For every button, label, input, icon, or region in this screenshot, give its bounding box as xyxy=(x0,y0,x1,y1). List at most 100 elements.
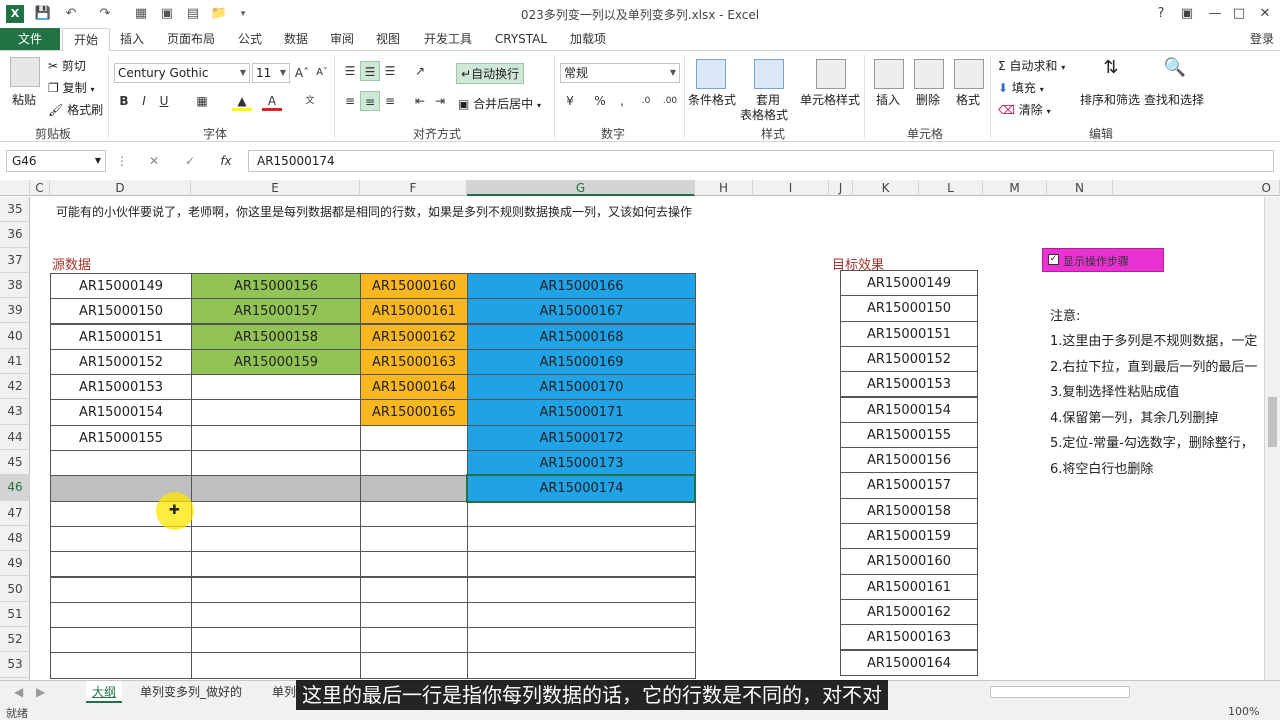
more-icon[interactable]: ⋮ xyxy=(112,151,132,171)
row-header-37[interactable]: 37 xyxy=(0,248,30,273)
decrease-indent-icon[interactable]: ⇤ xyxy=(410,91,430,111)
wrap-text-button[interactable]: ↵自动换行 xyxy=(456,63,525,84)
confirm-entry-icon[interactable]: ✓ xyxy=(180,151,200,171)
cell-d53[interactable] xyxy=(50,652,192,679)
cell-g44[interactable]: AR15000172 xyxy=(467,424,696,451)
row-header-48[interactable]: 48 xyxy=(0,526,30,552)
cell-g52[interactable] xyxy=(467,627,696,654)
copy-button[interactable]: ❐ 复制 ▾ xyxy=(48,79,94,96)
column-header-g[interactable]: G xyxy=(467,180,695,196)
binoculars-icon[interactable]: 🔍 xyxy=(1160,57,1190,87)
cell-d45[interactable] xyxy=(50,450,192,477)
font-size-select[interactable]: 11 ▼ xyxy=(252,63,290,83)
format-cells-icon[interactable] xyxy=(954,59,984,89)
cell-g40[interactable]: AR15000168 xyxy=(467,323,696,350)
vertical-scrollbar[interactable] xyxy=(1264,197,1280,680)
target-cell[interactable]: AR15000154 xyxy=(840,396,978,423)
table-format-line2[interactable]: 表格格式 xyxy=(740,106,788,123)
fill-button[interactable]: ⬇ 填充 ▾ xyxy=(998,79,1044,96)
tab-view[interactable]: 视图 xyxy=(370,28,406,50)
target-cell[interactable]: AR15000162 xyxy=(840,598,978,626)
column-header-c[interactable]: C xyxy=(30,180,50,196)
table-format-icon[interactable] xyxy=(754,59,784,89)
column-header-d[interactable]: D xyxy=(50,180,191,196)
cell-e48[interactable] xyxy=(191,525,361,553)
cell-f46[interactable] xyxy=(360,475,468,502)
horizontal-scrollbar[interactable] xyxy=(990,686,1130,698)
cell-d38[interactable]: AR15000149 xyxy=(50,272,192,300)
increase-indent-icon[interactable]: ⇥ xyxy=(430,91,450,111)
tab-file[interactable]: 文件 xyxy=(0,28,60,50)
row-header-47[interactable]: 47 xyxy=(0,501,30,526)
cell-e50[interactable] xyxy=(191,576,361,603)
row-header-38[interactable]: 38 xyxy=(0,273,30,299)
tab-page-layout[interactable]: 页面布局 xyxy=(160,28,222,50)
cell-f48[interactable] xyxy=(360,525,468,553)
ribbon-display-icon[interactable]: ▣ xyxy=(1174,4,1200,24)
orientation-icon[interactable]: ↗ xyxy=(410,61,430,81)
cell-g53[interactable] xyxy=(467,652,696,679)
cell-e38[interactable]: AR15000156 xyxy=(191,272,361,300)
tab-home[interactable]: 开始 xyxy=(62,28,110,51)
target-cell[interactable]: AR15000152 xyxy=(840,345,978,373)
cell-g43[interactable]: AR15000171 xyxy=(467,399,696,426)
align-middle-icon[interactable]: ☰ xyxy=(360,61,380,81)
cell-f39[interactable]: AR15000161 xyxy=(360,298,468,325)
delete-cells-icon[interactable] xyxy=(914,59,944,89)
row-header-43[interactable]: 43 xyxy=(0,399,30,425)
cell-styles-button[interactable]: 单元格样式 xyxy=(800,91,860,108)
cell-f50[interactable] xyxy=(360,576,468,603)
tab-crystal[interactable]: CRYSTAL xyxy=(488,28,554,50)
paste-icon[interactable] xyxy=(10,57,40,87)
target-cell[interactable]: AR15000151 xyxy=(840,320,978,347)
row-header-46[interactable]: 46 xyxy=(0,475,30,501)
close-icon[interactable]: ✕ xyxy=(1252,4,1278,24)
cell-d48[interactable] xyxy=(50,525,192,553)
cell-e39[interactable]: AR15000157 xyxy=(191,298,361,325)
cell-d43[interactable]: AR15000154 xyxy=(50,399,192,426)
number-format-select[interactable]: 常规 ▼ xyxy=(560,63,680,83)
cell-d39[interactable]: AR15000150 xyxy=(50,298,192,325)
next-sheet-icon[interactable]: ▶ xyxy=(30,681,51,703)
tab-developer[interactable]: 开发工具 xyxy=(416,28,480,50)
merge-center-button[interactable]: ▣ 合并后居中 ▾ xyxy=(458,95,541,112)
target-cell[interactable]: AR15000164 xyxy=(840,649,978,676)
formula-input[interactable]: AR15000174 xyxy=(248,150,1274,172)
cell-d40[interactable]: AR15000151 xyxy=(50,323,192,350)
cell-f45[interactable] xyxy=(360,450,468,477)
row-header-41[interactable]: 41 xyxy=(0,349,30,375)
cell-d49[interactable] xyxy=(50,551,192,578)
percent-icon[interactable]: % xyxy=(590,91,610,111)
cell-d50[interactable] xyxy=(50,576,192,603)
target-cell[interactable]: AR15000160 xyxy=(840,548,978,575)
column-header-i[interactable]: I xyxy=(753,180,829,196)
cell-d52[interactable] xyxy=(50,627,192,654)
tab-addins[interactable]: 加载项 xyxy=(562,28,614,50)
font-name-select[interactable]: Century Gothic ▼ xyxy=(114,63,250,83)
cell-e42[interactable] xyxy=(191,374,361,401)
row-header-44[interactable]: 44 xyxy=(0,425,30,450)
cell-f44[interactable] xyxy=(360,424,468,451)
borders-icon[interactable]: ▦ xyxy=(192,91,212,111)
clear-button[interactable]: ⌫ 清除 ▾ xyxy=(998,101,1051,118)
prev-sheet-icon[interactable]: ◀ xyxy=(8,681,29,703)
sort-filter-icon[interactable]: ⇅ xyxy=(1096,57,1126,87)
cell-e52[interactable] xyxy=(191,627,361,654)
name-box[interactable]: G46 ▼ xyxy=(6,150,106,172)
show-steps-checkbox[interactable]: ✓ 显示操作步骤 xyxy=(1042,248,1164,272)
cell-g39[interactable]: AR15000167 xyxy=(467,298,696,325)
maximize-icon[interactable]: □ xyxy=(1226,4,1252,24)
column-header-n[interactable]: N xyxy=(1047,180,1113,196)
cell-d51[interactable] xyxy=(50,601,192,629)
currency-icon[interactable]: ¥ xyxy=(560,91,580,111)
cell-e53[interactable] xyxy=(191,652,361,679)
cell-f38[interactable]: AR15000160 xyxy=(360,272,468,300)
target-cell[interactable]: AR15000149 xyxy=(840,270,978,297)
cell-g38[interactable]: AR15000166 xyxy=(467,272,696,300)
cell-d44[interactable]: AR15000155 xyxy=(50,424,192,451)
conditional-format-button[interactable]: 条件格式 xyxy=(688,91,736,108)
cell-g48[interactable] xyxy=(467,525,696,553)
conditional-format-icon[interactable] xyxy=(696,59,726,89)
row-header-52[interactable]: 52 xyxy=(0,627,30,653)
increase-decimal-icon[interactable]: .0 xyxy=(636,91,656,111)
